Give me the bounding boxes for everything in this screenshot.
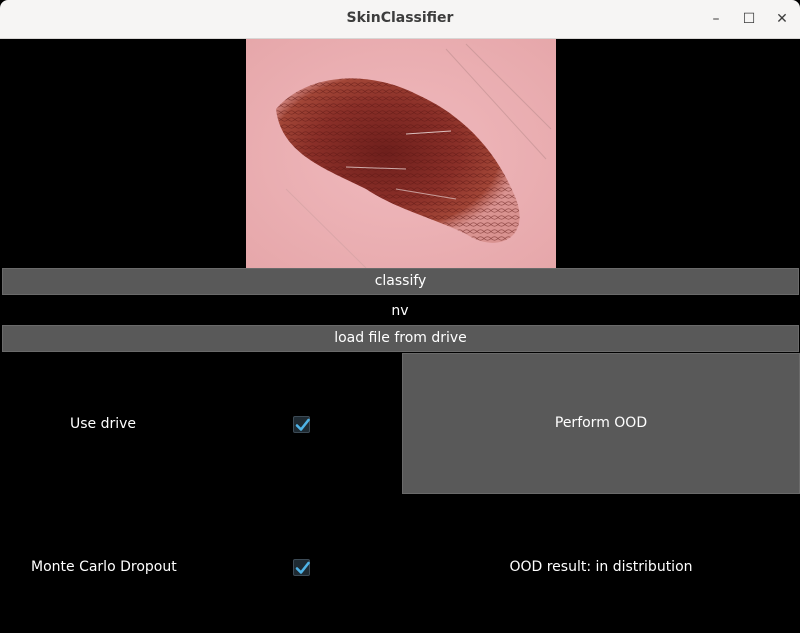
load-file-button[interactable]: load file from drive	[2, 325, 799, 352]
minimize-button[interactable]: –	[705, 8, 727, 30]
classify-button[interactable]: classify	[2, 268, 799, 295]
window-title: SkinClassifier	[346, 10, 454, 26]
classification-result: nv	[391, 303, 409, 319]
use-drive-checkbox[interactable]	[293, 416, 310, 433]
app-window: SkinClassifier – ☐ ✕ classify nv load fi…	[0, 0, 800, 633]
lesion-image	[246, 39, 556, 268]
checkmark-icon	[295, 418, 310, 431]
use-drive-label: Use drive	[70, 416, 137, 432]
title-bar: SkinClassifier – ☐ ✕	[0, 0, 800, 39]
main-content: classify nv load file from drive Use dri…	[0, 39, 800, 633]
mc-dropout-label: Monte Carlo Dropout	[31, 559, 177, 575]
mc-dropout-checkbox[interactable]	[293, 559, 310, 576]
close-button[interactable]: ✕	[771, 8, 793, 30]
maximize-button[interactable]: ☐	[738, 8, 760, 30]
perform-ood-button[interactable]: Perform OOD	[402, 353, 800, 494]
checkmark-icon	[295, 561, 310, 574]
ood-result: OOD result: in distribution	[509, 559, 693, 575]
